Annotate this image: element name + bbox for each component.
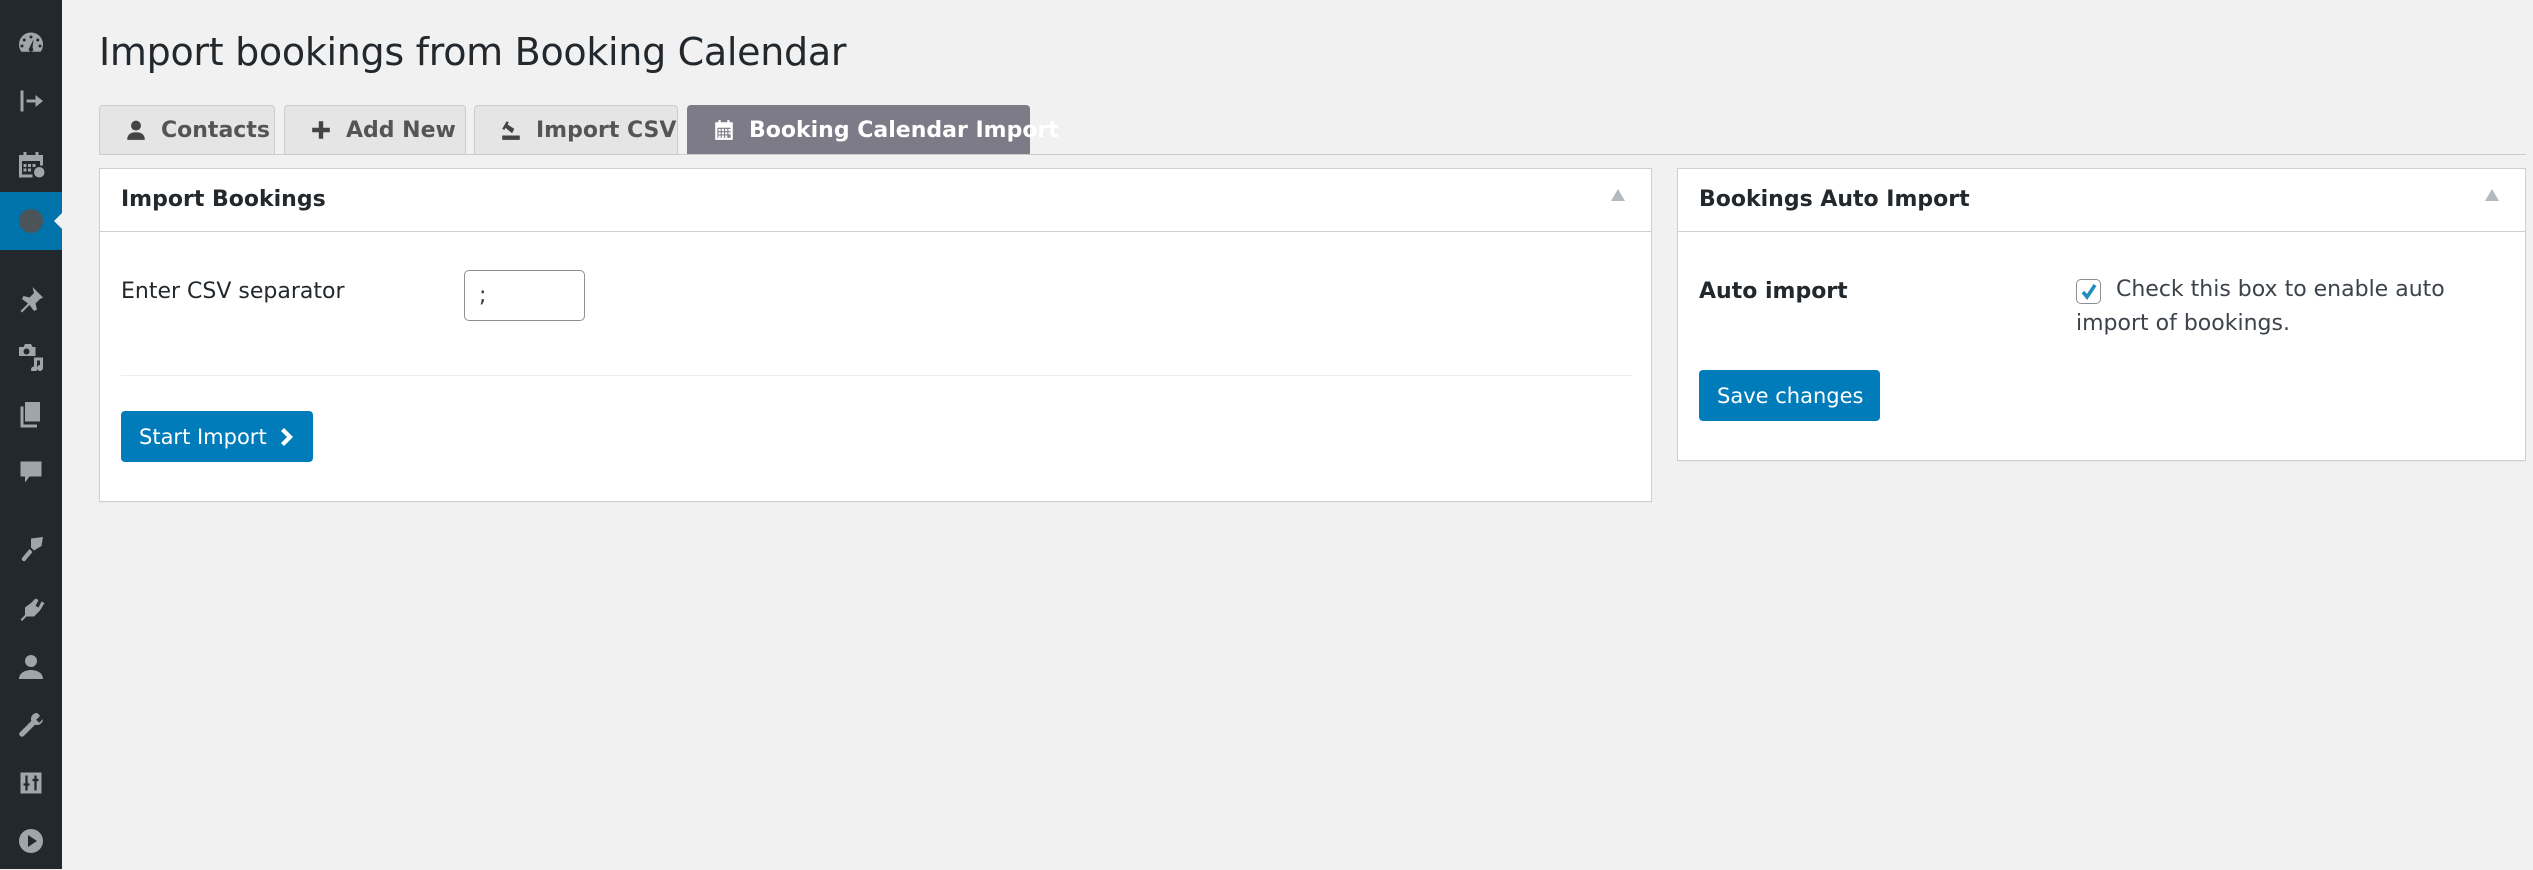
plus-icon [310,119,332,141]
import-bookings-title: Import Bookings [121,187,326,212]
page-title: Import bookings from Booking Calendar [99,30,847,74]
calendar-check-icon [19,152,45,178]
start-import-button[interactable]: Start Import [121,411,313,462]
auto-import-desc-line2: import of bookings. [2076,311,2290,336]
pages-icon [20,402,40,428]
import-icon [500,119,522,141]
csv-separator-label: Enter CSV separator [121,279,345,304]
globe-icon [19,209,43,233]
calendar-icon [713,119,735,141]
sidebar-item-plugins[interactable] [0,580,62,638]
user-icon [125,119,147,141]
tab-contacts[interactable]: Contacts [99,105,275,154]
auto-import-title: Bookings Auto Import [1699,187,1970,212]
tab-add-new[interactable]: Add New [284,105,466,154]
tab-import-csv[interactable]: Import CSV [474,105,678,154]
collapse-toggle-icon[interactable] [1611,189,1625,201]
sidebar-item-pages[interactable] [0,385,62,443]
plugins-icon [20,598,45,621]
bookings-auto-import-panel: Bookings Auto Import Auto import Check t… [1677,168,2526,461]
sidebar-item-tools[interactable] [0,696,62,754]
sidebar-item-dashboard[interactable] [0,14,62,72]
import-bookings-panel: Import Bookings Enter CSV separator Star… [99,168,1652,502]
admin-sidebar [0,0,62,869]
start-import-label: Start Import [139,424,267,449]
csv-separator-input[interactable] [464,270,585,321]
panel-divider [121,375,1632,376]
tab-booking-calendar-import-label: Booking Calendar Import [749,117,1059,143]
sidebar-item-contacts-active[interactable] [0,192,62,250]
tab-import-csv-label: Import CSV [536,117,677,143]
sign-in-icon [20,90,43,112]
sidebar-item-comments[interactable] [0,443,62,501]
pushpin-icon [20,287,43,313]
tab-booking-calendar-import[interactable]: Booking Calendar Import [687,105,1059,154]
tab-contacts-label: Contacts [161,117,270,143]
users-icon [19,655,43,679]
auto-import-header: Bookings Auto Import [1678,169,2525,232]
sidebar-item-media[interactable] [0,327,62,385]
tools-icon [19,712,44,737]
sidebar-item-posts[interactable] [0,270,62,328]
chevron-right-icon [280,427,295,447]
import-bookings-header: Import Bookings [100,169,1651,232]
auto-import-desc-line1: Check this box to enable auto [2116,277,2445,302]
sidebar-item-booking-calendar[interactable] [0,135,62,193]
auto-import-description: Check this box to enable auto import of … [2076,273,2496,341]
sidebar-item-media-player[interactable] [0,812,62,870]
media-icon [19,344,43,371]
collapse-toggle-icon[interactable] [2485,189,2499,201]
sidebar-item-appearance[interactable] [0,520,62,578]
dashboard-icon [19,32,43,52]
comments-icon [20,461,42,483]
appearance-icon [21,537,43,562]
settings-icon [20,772,42,794]
sidebar-item-users[interactable] [0,638,62,696]
tabs-divider [99,154,2526,155]
play-icon [19,829,43,853]
save-changes-button[interactable]: Save changes [1699,370,1880,421]
sidebar-item-login[interactable] [0,72,62,130]
tab-add-new-label: Add New [346,117,456,143]
sidebar-item-settings[interactable] [0,754,62,812]
auto-import-label: Auto import [1699,279,1848,304]
